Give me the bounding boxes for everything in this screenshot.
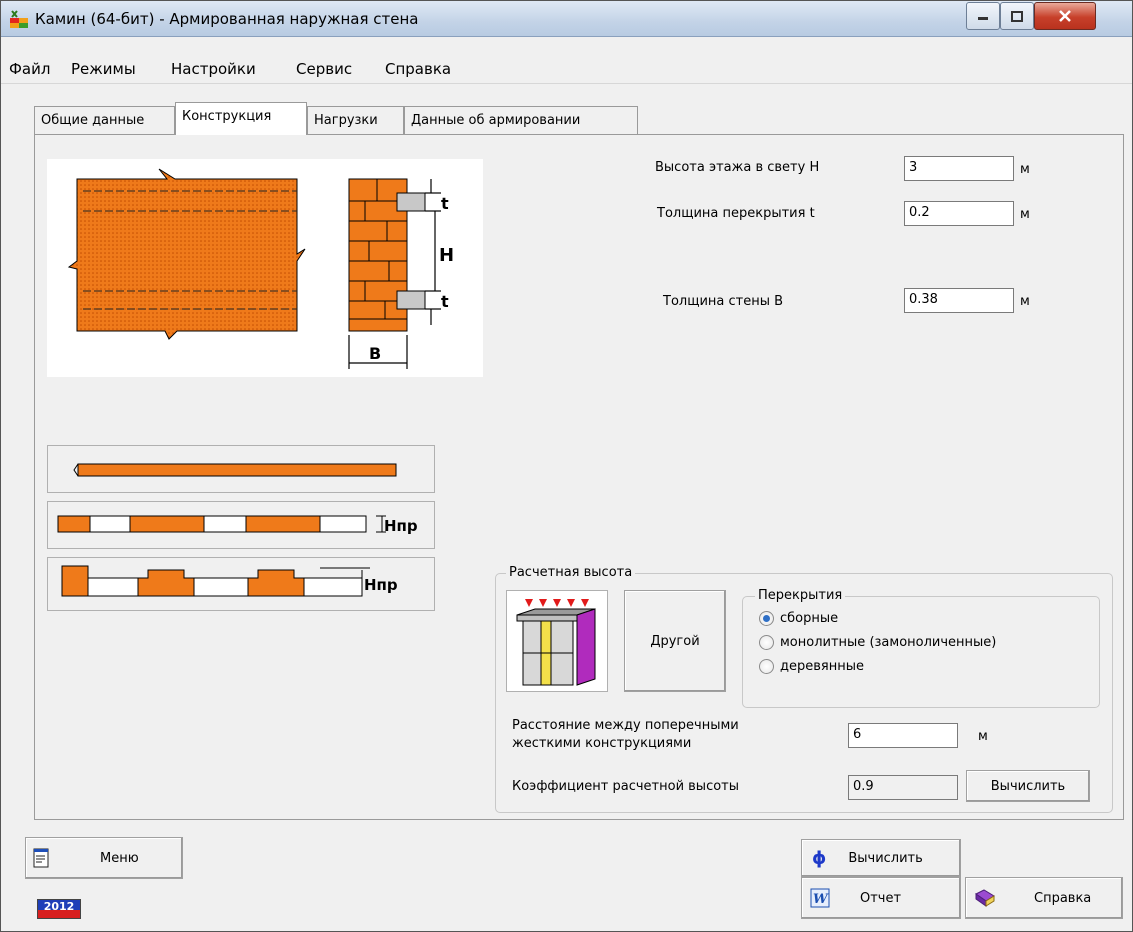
coef-label: Коэффициент расчетной высоты	[512, 779, 740, 794]
radio-monolithic-label: монолитные (замоноличенные)	[780, 635, 997, 650]
floors-title: Перекрытия	[755, 588, 846, 603]
menu-bar: Файл Режимы Настройки Сервис Справка	[1, 54, 1132, 84]
window-title: Камин (64-бит) - Армированная наружная с…	[35, 10, 419, 28]
calc-button[interactable]: ɸ Вычислить	[801, 839, 961, 877]
calc-height-title: Расчетная высота	[506, 565, 636, 580]
radio-prefab-label: сборные	[780, 611, 839, 626]
wall-input[interactable]: 0.38	[904, 288, 1014, 313]
height-label: Высота этажа в свету Н	[655, 160, 820, 175]
calc-button-label: Вычислить	[848, 850, 923, 866]
close-icon	[1059, 10, 1071, 22]
app-icon	[10, 10, 28, 28]
minimize-icon	[978, 17, 988, 20]
wall-type-solid[interactable]	[47, 445, 435, 493]
word-icon: W	[810, 888, 830, 908]
tab-loads[interactable]: Нагрузки	[307, 106, 404, 134]
floor-scheme-icon	[516, 599, 596, 686]
menu-settings[interactable]: Настройки	[171, 60, 256, 78]
slab-label: Толщина перекрытия t	[657, 206, 815, 221]
hpr-label-2: Нпр	[364, 576, 398, 594]
coef-output: 0.9	[848, 775, 958, 800]
app-window: Камин (64-бит) - Армированная наружная с…	[0, 0, 1133, 932]
slab-unit: м	[1020, 207, 1030, 222]
radio-monolithic[interactable]: монолитные (замоноличенные)	[759, 635, 996, 650]
other-button[interactable]: Другой	[624, 590, 726, 692]
help-book-icon	[975, 889, 995, 907]
menu-doc-icon	[33, 848, 49, 868]
menu-help[interactable]: Справка	[385, 60, 451, 78]
tab-panel: t H t B Нпр Нпр Высота этажа в свету Н 3…	[34, 134, 1124, 820]
menu-file[interactable]: Файл	[9, 60, 50, 78]
wall-unit: м	[1020, 294, 1030, 309]
radio-wooden[interactable]: деревянные	[759, 659, 864, 674]
wall-type-piers[interactable]: Нпр	[47, 557, 435, 611]
distance-label-line1: Расстояние между поперечными	[512, 718, 739, 733]
year-badge: 2012	[37, 899, 81, 919]
menu-button[interactable]: Меню	[25, 837, 183, 879]
dim-t-bottom: t	[441, 292, 449, 311]
radio-prefab[interactable]: сборные	[759, 611, 838, 626]
height-unit: м	[1020, 162, 1030, 177]
report-button[interactable]: W Отчет	[801, 877, 961, 919]
help-button[interactable]: Справка	[965, 877, 1123, 919]
wall-piers-graphic: Нпр	[61, 565, 398, 597]
slab-input[interactable]: 0.2	[904, 201, 1014, 226]
wall-label: Толщина стены В	[663, 294, 784, 309]
wall-openings-graphic: Нпр	[57, 515, 418, 535]
wall-diagram: t H t B	[47, 159, 483, 377]
tab-construction[interactable]: Конструкция	[175, 102, 307, 135]
help-button-label: Справка	[1034, 890, 1092, 906]
menu-service[interactable]: Сервис	[296, 60, 352, 78]
calc-height-image[interactable]	[506, 590, 608, 692]
maximize-button[interactable]	[1000, 2, 1034, 30]
wall-solid-graphic	[73, 463, 397, 477]
dim-b: B	[369, 344, 381, 363]
tab-reinforcement[interactable]: Данные об армировании	[404, 106, 638, 134]
floors-group: Перекрытия сборные монолитные (замонолич…	[742, 588, 1100, 708]
dim-h: H	[439, 245, 454, 266]
close-button[interactable]	[1034, 2, 1096, 30]
phi-icon: ɸ	[812, 847, 827, 869]
radio-prefab-dot	[759, 611, 774, 626]
menu-button-label: Меню	[100, 850, 139, 866]
maximize-icon	[1011, 10, 1023, 22]
height-input[interactable]: 3	[904, 156, 1014, 181]
wall-diagram-graphic: t H t B	[67, 168, 454, 369]
radio-wooden-label: деревянные	[780, 659, 864, 674]
tab-general[interactable]: Общие данные	[34, 106, 175, 134]
distance-unit: м	[978, 729, 988, 744]
svg-text:W: W	[813, 892, 829, 907]
wall-type-openings[interactable]: Нпр	[47, 501, 435, 549]
distance-input[interactable]: 6	[848, 723, 958, 748]
title-bar: Камин (64-бит) - Армированная наружная с…	[1, 1, 1132, 37]
hpr-label-1: Нпр	[384, 517, 418, 535]
minimize-button[interactable]	[966, 2, 1000, 30]
menu-modes[interactable]: Режимы	[71, 60, 136, 78]
report-button-label: Отчет	[860, 890, 902, 906]
distance-label-line2: жесткими конструкциями	[512, 736, 692, 751]
coef-calc-button[interactable]: Вычислить	[966, 770, 1090, 802]
radio-monolithic-dot	[759, 635, 774, 650]
radio-wooden-dot	[759, 659, 774, 674]
dim-t-top: t	[441, 194, 449, 213]
calc-height-group: Расчетная высота Другой Перекрытия сборн…	[495, 565, 1113, 813]
